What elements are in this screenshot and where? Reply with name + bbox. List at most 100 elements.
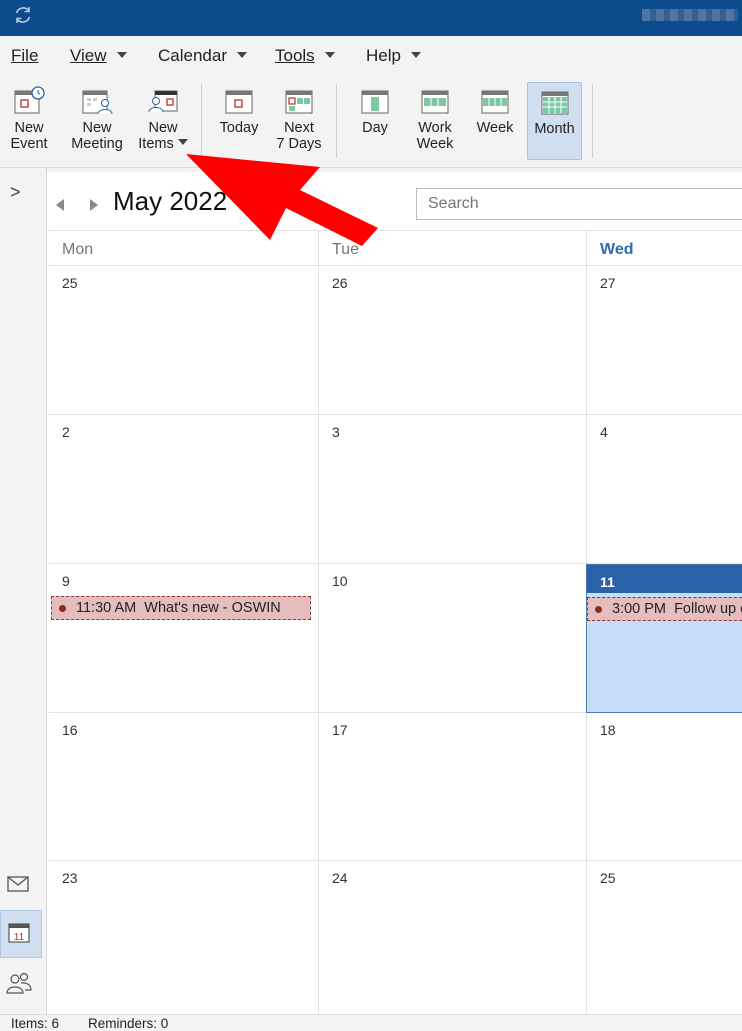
day-number: 24 (332, 870, 348, 886)
day-header-tue: Tue (318, 230, 586, 266)
menu-bar: File View Calendar Tools Help (0, 36, 742, 74)
new-event-button[interactable]: New Event (6, 82, 52, 160)
today-button[interactable]: Today (212, 82, 266, 160)
day-cell[interactable]: 17 (319, 713, 587, 861)
calendar-header: May 2022 (47, 168, 742, 230)
calendar-next7-icon (285, 90, 313, 114)
search-input[interactable] (416, 188, 742, 220)
title-bar (0, 0, 742, 36)
ribbon-separator (201, 84, 202, 158)
calendar-people-icon (82, 90, 113, 115)
month-view-label: Month (534, 121, 575, 137)
day-cell[interactable]: 24 (319, 861, 587, 1014)
today-cell[interactable]: 11 3:00 PM Follow up c (586, 564, 742, 713)
day-cell[interactable]: 26 (319, 266, 587, 415)
people-nav-button[interactable] (0, 960, 42, 1008)
week-view-button[interactable]: Week (468, 82, 522, 160)
new-items-label-2: Items (138, 136, 174, 152)
calendar-main: May 2022 Mon Tue Wed 25 26 27 2 3 4 9 11… (46, 168, 742, 1014)
event-title: Follow up c (674, 601, 742, 617)
day-cell[interactable]: 25 (49, 266, 319, 415)
day-number: 26 (332, 275, 348, 291)
day-header-wed: Wed (586, 230, 742, 266)
menu-view-label: View (70, 46, 107, 65)
ribbon-toolbar: New Event New Meeting New Items Today Ne… (0, 74, 742, 168)
new-event-label-1: New (14, 120, 44, 136)
status-items-count: Items: 6 (11, 1016, 60, 1031)
new-items-button[interactable]: New Items (136, 82, 190, 160)
day-header-mon: Mon (49, 230, 318, 266)
day-cell[interactable]: 27 (587, 266, 742, 415)
new-meeting-label-2: Meeting (71, 136, 123, 152)
day-cell[interactable]: 9 11:30 AM What's new - OSWIN (49, 564, 319, 713)
day-cell[interactable]: 25 (587, 861, 742, 1014)
day-number: 17 (332, 722, 348, 738)
menu-file[interactable]: File (11, 46, 38, 66)
menu-view[interactable]: View (70, 46, 127, 66)
previous-month-icon[interactable] (56, 199, 64, 211)
new-meeting-button[interactable]: New Meeting (66, 82, 128, 160)
work-week-view-button[interactable]: Work Week (408, 82, 462, 160)
day-cell[interactable]: 2 (49, 415, 319, 564)
next-7-days-button[interactable]: Next 7 Days (272, 82, 326, 160)
menu-calendar[interactable]: Calendar (158, 46, 247, 66)
day-cell[interactable]: 16 (49, 713, 319, 861)
month-title: May 2022 (113, 186, 228, 216)
chevron-down-icon (324, 51, 335, 58)
left-nav-pane: > 11 (0, 168, 46, 1014)
event-dot-icon (595, 606, 602, 613)
day-number: 2 (62, 424, 70, 440)
day-cell[interactable]: 4 (587, 415, 742, 564)
next-7-days-label-2: 7 Days (276, 136, 322, 152)
chevron-down-icon (410, 51, 421, 58)
calendar-nav-button[interactable]: 11 (0, 910, 42, 958)
mail-nav-button[interactable] (0, 860, 42, 908)
day-number: 25 (62, 275, 78, 291)
people-icon (6, 972, 32, 994)
menu-file-label: File (11, 46, 39, 65)
ribbon-separator (336, 84, 337, 158)
today-label: Today (219, 120, 259, 136)
menu-help[interactable]: Help (366, 46, 421, 66)
calendar-workweek-icon (421, 90, 449, 114)
chevron-down-icon (177, 139, 188, 146)
menu-calendar-label: Calendar (158, 46, 227, 65)
ribbon-separator (592, 84, 593, 158)
svg-text:11: 11 (14, 932, 25, 943)
day-number: 9 (62, 573, 70, 589)
day-number: 27 (600, 275, 616, 291)
day-cell[interactable]: 23 (49, 861, 319, 1014)
event-time: 3:00 PM (612, 601, 666, 617)
day-number: 16 (62, 722, 78, 738)
chevron-right-icon[interactable]: > (10, 182, 21, 203)
calendar-clock-icon (14, 86, 45, 114)
menu-tools[interactable]: Tools (275, 46, 335, 66)
account-name-blurred (642, 9, 738, 21)
calendar-month-icon (541, 91, 568, 115)
calendar-icon: 11 (8, 923, 30, 943)
calendar-event[interactable]: 3:00 PM Follow up c (587, 597, 742, 621)
calendar-event[interactable]: 11:30 AM What's new - OSWIN (51, 596, 311, 620)
event-title: What's new - OSWIN (144, 600, 281, 616)
day-cell[interactable]: 10 (319, 564, 587, 713)
calendar-today-icon (225, 90, 253, 114)
next-7-days-label-1: Next (284, 120, 314, 136)
menu-tools-label: Tools (275, 46, 315, 65)
menu-help-label: Help (366, 46, 401, 65)
next-month-icon[interactable] (90, 199, 98, 211)
chevron-down-icon (116, 51, 127, 58)
sync-icon[interactable] (12, 4, 34, 26)
mail-icon (7, 876, 29, 892)
day-view-button[interactable]: Day (348, 82, 402, 160)
day-cell[interactable]: 18 (587, 713, 742, 861)
week-view-label: Week (476, 120, 514, 136)
day-number: 4 (600, 424, 608, 440)
day-number: 25 (600, 870, 616, 886)
day-number: 11 (600, 574, 615, 590)
day-number: 23 (62, 870, 78, 886)
work-week-label-1: Work (418, 120, 452, 136)
day-cell[interactable]: 3 (319, 415, 587, 564)
month-view-button[interactable]: Month (527, 82, 582, 160)
new-event-label-2: Event (10, 136, 48, 152)
day-number: 18 (600, 722, 616, 738)
